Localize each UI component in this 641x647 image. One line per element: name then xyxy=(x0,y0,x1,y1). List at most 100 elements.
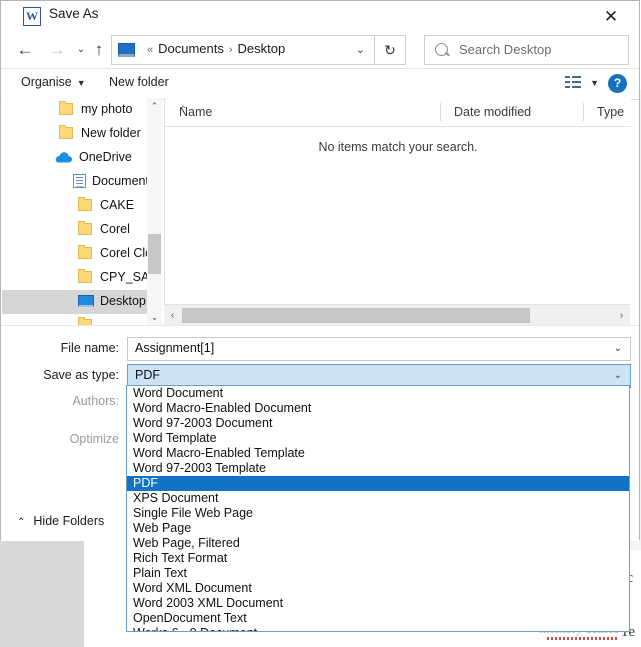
dropdown-option[interactable]: Word Macro-Enabled Document xyxy=(127,401,629,416)
dropdown-option[interactable]: Word 2003 XML Document xyxy=(127,596,629,611)
organise-button[interactable]: Organise ▼ xyxy=(21,75,86,89)
tree-item-label: OneDrive xyxy=(79,150,132,164)
chevron-up-icon: ⌃ xyxy=(17,517,26,528)
scroll-up-icon[interactable]: ⌃ xyxy=(147,98,162,114)
chevron-down-icon[interactable]: ⌄ xyxy=(614,370,622,381)
tree-item-corel[interactable]: Corel xyxy=(2,218,154,242)
tree-item-label: New folder xyxy=(81,126,141,140)
scroll-left-icon[interactable]: ‹ xyxy=(164,305,181,326)
authors-label: Authors: xyxy=(72,394,119,408)
chevron-down-icon[interactable]: ⌄ xyxy=(356,43,365,56)
dropdown-option[interactable]: Rich Text Format xyxy=(127,551,629,566)
tree-scrollbar-thumb[interactable] xyxy=(148,234,161,274)
chevron-down-icon[interactable]: ▼ xyxy=(590,78,599,88)
help-icon[interactable]: ? xyxy=(608,74,627,93)
tree-item-onedrive[interactable]: OneDrive xyxy=(2,146,154,170)
tree-item-new-folder[interactable]: New folder xyxy=(2,122,154,146)
folder-icon xyxy=(59,101,73,115)
dialog-titlebar: W Save As ✕ xyxy=(1,1,639,32)
chevron-down-icon: ▼ xyxy=(76,78,86,88)
tree-item-document[interactable]: Document xyxy=(2,170,154,194)
tree-item-cake[interactable]: CAKE xyxy=(2,194,154,218)
dropdown-option[interactable]: Word 97-2003 Template xyxy=(127,461,629,476)
column-header-name[interactable]: Name ⌃ xyxy=(165,98,440,127)
chevron-down-icon[interactable]: ⌄ xyxy=(614,343,622,354)
breadcrumb: « Documents › Desktop xyxy=(142,41,285,56)
search-icon xyxy=(435,43,448,56)
tree-item-label: CAKE xyxy=(100,198,135,212)
dropdown-option[interactable]: Plain Text xyxy=(127,566,629,581)
file-name-value: Assignment[1] xyxy=(135,341,215,355)
tree-item-corel-cloud[interactable]: Corel Clo xyxy=(2,242,154,266)
folder-icon xyxy=(78,221,92,235)
hscrollbar-thumb[interactable] xyxy=(182,308,530,323)
dropdown-option[interactable]: Word XML Document xyxy=(127,581,629,596)
tree-item-label: Corel xyxy=(100,222,130,236)
refresh-button[interactable]: ↻ xyxy=(375,35,406,65)
tree-item-label: Corel Clo xyxy=(100,246,153,260)
save-as-type-dropdown-list[interactable]: Word Document Word Macro-Enabled Documen… xyxy=(126,385,630,632)
up-button[interactable]: ↑ xyxy=(87,38,111,62)
dropdown-option[interactable]: Web Page xyxy=(127,521,629,536)
close-icon[interactable]: ✕ xyxy=(591,3,631,31)
file-list-panel: Name ⌃ Date modified Type No items match… xyxy=(164,98,631,325)
save-as-type-value: PDF xyxy=(135,368,160,382)
tree-item-cpy-sav[interactable]: CPY_SAV xyxy=(2,266,154,290)
folder-icon xyxy=(78,197,92,211)
tree-item-my-photo[interactable]: my photo xyxy=(2,98,154,122)
column-label: Type xyxy=(597,105,625,119)
hide-folders-label: Hide Folders xyxy=(33,514,105,528)
tree-scrollbar[interactable]: ⌃ ⌄ xyxy=(147,98,162,325)
spellcheck-underline xyxy=(547,637,617,640)
back-button[interactable]: ← xyxy=(13,38,37,62)
cloud-icon xyxy=(55,152,72,163)
breadcrumb-separator: › xyxy=(228,44,233,56)
file-name-label: File name: xyxy=(60,341,119,355)
scroll-down-icon[interactable]: ⌄ xyxy=(147,309,162,325)
view-layout-icon[interactable] xyxy=(565,76,581,91)
address-bar[interactable]: « Documents › Desktop ⌄ xyxy=(111,35,375,65)
dropdown-option[interactable]: Word Document xyxy=(127,386,629,401)
sort-ascending-icon: ⌃ xyxy=(179,105,188,116)
dropdown-option[interactable]: Web Page, Filtered xyxy=(127,536,629,551)
tree-item-label: Desktop xyxy=(100,294,146,308)
scroll-right-icon[interactable]: › xyxy=(613,305,630,326)
column-header-type[interactable]: Type xyxy=(583,98,631,127)
tree-item-partial[interactable] xyxy=(2,314,154,325)
empty-state-message: No items match your search. xyxy=(318,140,478,154)
search-box[interactable]: Search Desktop xyxy=(424,35,629,65)
file-name-input[interactable]: Assignment[1] ⌄ xyxy=(127,337,631,361)
hide-folders-button[interactable]: ⌃ Hide Folders xyxy=(17,514,104,528)
navigation-tree: my photo New folder OneDrive Document CA… xyxy=(2,98,154,325)
organise-label: Organise xyxy=(21,75,72,89)
desktop-icon xyxy=(118,43,135,57)
dropdown-option[interactable]: Word Macro-Enabled Template xyxy=(127,446,629,461)
breadcrumb-item-documents[interactable]: Documents xyxy=(158,41,224,56)
forward-button[interactable]: → xyxy=(45,38,69,62)
desktop-icon xyxy=(78,295,94,307)
save-as-type-label: Save as type: xyxy=(43,368,119,382)
dropdown-option[interactable]: Word Template xyxy=(127,431,629,446)
folder-icon xyxy=(59,125,73,139)
breadcrumb-item-desktop[interactable]: Desktop xyxy=(238,41,286,56)
folder-icon xyxy=(78,269,92,283)
dropdown-option[interactable]: Word 97-2003 Document xyxy=(127,416,629,431)
column-label: Date modified xyxy=(454,105,532,119)
dropdown-option[interactable]: Single File Web Page xyxy=(127,506,629,521)
new-folder-button[interactable]: New folder xyxy=(109,75,169,89)
dropdown-option-selected[interactable]: PDF xyxy=(127,476,629,491)
navigation-bar: ← → ⌄ ↑ « Documents › Desktop ⌄ ↻ Search De… xyxy=(1,32,639,68)
column-header-date-modified[interactable]: Date modified xyxy=(440,98,583,127)
dropdown-option[interactable]: Works 6 - 9 Document xyxy=(127,626,629,631)
word-icon: W xyxy=(23,7,41,26)
command-toolbar: Organise ▼ New folder ▼ ? xyxy=(1,68,639,100)
screen: 3 ) e n a s c 1e memory ceases W Save As… xyxy=(0,0,641,647)
dropdown-option[interactable]: XPS Document xyxy=(127,491,629,506)
dialog-title: Save As xyxy=(49,6,99,21)
dropdown-option[interactable]: OpenDocument Text xyxy=(127,611,629,626)
tree-item-label: my photo xyxy=(81,102,133,116)
tree-item-desktop[interactable]: Desktop xyxy=(2,290,154,314)
breadcrumb-prefix: « xyxy=(147,44,154,56)
search-input[interactable]: Search Desktop xyxy=(459,42,552,57)
file-list-horizontal-scrollbar[interactable]: ‹ › xyxy=(164,304,630,326)
